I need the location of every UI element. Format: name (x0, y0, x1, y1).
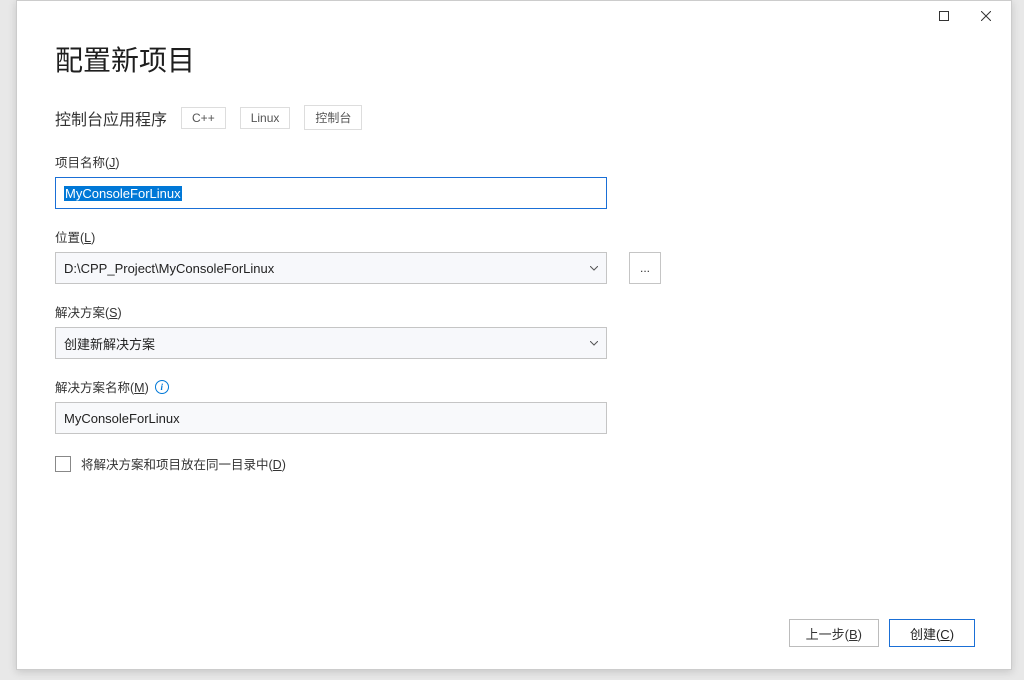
configure-new-project-dialog: 配置新项目 控制台应用程序 C++ Linux 控制台 项目名称(J) MyCo… (16, 0, 1012, 670)
project-type-subtitle: 控制台应用程序 (55, 106, 167, 130)
create-button[interactable]: 创建(C) (889, 619, 975, 647)
chevron-down-icon (590, 341, 598, 346)
chevron-down-icon (590, 266, 598, 271)
solution-name-group: 解决方案名称(M) i (55, 377, 973, 434)
page-title: 配置新项目 (55, 39, 973, 79)
dialog-content: 配置新项目 控制台应用程序 C++ Linux 控制台 项目名称(J) MyCo… (17, 31, 1011, 611)
project-name-label: 项目名称(J) (55, 152, 973, 171)
project-name-group: 项目名称(J) MyConsoleForLinux (55, 152, 973, 209)
tag-linux: Linux (240, 107, 291, 129)
solution-group: 解决方案(S) 创建新解决方案 (55, 302, 973, 359)
location-group: 位置(L) D:\CPP_Project\MyConsoleForLinux .… (55, 227, 973, 284)
tag-cpp: C++ (181, 107, 226, 129)
location-input[interactable]: D:\CPP_Project\MyConsoleForLinux (55, 252, 607, 284)
project-name-input[interactable]: MyConsoleForLinux (55, 177, 607, 209)
same-directory-row: 将解决方案和项目放在同一目录中(D) (55, 454, 973, 473)
location-label: 位置(L) (55, 227, 973, 246)
solution-name-label: 解决方案名称(M) (55, 377, 149, 396)
tag-console: 控制台 (304, 105, 362, 130)
maximize-icon (939, 11, 949, 21)
dialog-footer: 上一步(B) 创建(C) (17, 611, 1011, 669)
solution-name-input[interactable] (55, 402, 607, 434)
subtitle-row: 控制台应用程序 C++ Linux 控制台 (55, 105, 973, 130)
same-directory-checkbox[interactable] (55, 456, 71, 472)
close-icon (981, 11, 991, 21)
info-icon[interactable]: i (155, 380, 169, 394)
browse-location-button[interactable]: ... (629, 252, 661, 284)
solution-label: 解决方案(S) (55, 302, 973, 321)
close-button[interactable] (965, 2, 1007, 30)
maximize-button[interactable] (923, 2, 965, 30)
back-button[interactable]: 上一步(B) (789, 619, 879, 647)
solution-select[interactable]: 创建新解决方案 (55, 327, 607, 359)
same-directory-label: 将解决方案和项目放在同一目录中(D) (81, 454, 286, 473)
titlebar (17, 1, 1011, 31)
